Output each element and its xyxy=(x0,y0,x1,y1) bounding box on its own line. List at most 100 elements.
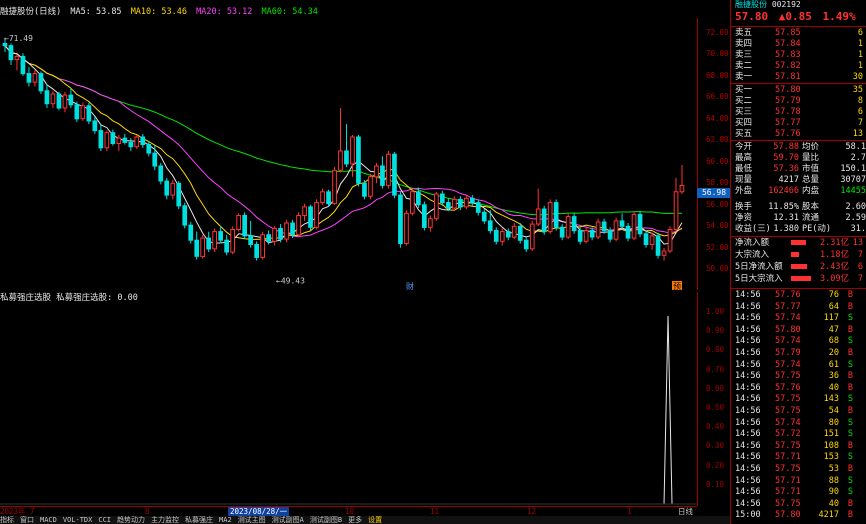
candle xyxy=(134,134,140,149)
indicator-tab[interactable]: 测试副图A xyxy=(272,516,304,524)
indicator-tab[interactable]: MA2 xyxy=(219,516,232,524)
candle-body xyxy=(272,227,277,242)
candle-body xyxy=(356,136,361,184)
candle-body xyxy=(116,137,122,144)
indicator-tab[interactable]: CCI xyxy=(98,516,111,524)
ma60-line xyxy=(4,45,683,216)
ask-volume: 1 xyxy=(857,61,863,71)
indicator-tab[interactable]: MACD xyxy=(40,516,57,524)
fund-flow-row: 净流入额 2.31亿 13 xyxy=(735,238,866,249)
tick-volume: 80 xyxy=(828,418,839,428)
ask-row: 卖四 57.84 1 xyxy=(735,39,866,50)
indicator-chart[interactable] xyxy=(0,304,697,506)
candle-body xyxy=(254,244,260,258)
candle xyxy=(128,138,134,151)
candle-body xyxy=(110,132,116,144)
indicator-tab[interactable]: 指标 xyxy=(0,516,14,524)
ma5-label: MA5: 53.85 xyxy=(70,7,122,17)
candle-body xyxy=(62,94,68,109)
candle xyxy=(8,43,14,65)
quote-row: 净资 12.31 流通 2.59 xyxy=(735,213,866,224)
indicator-tab[interactable]: 窗口 xyxy=(20,516,34,524)
candle-body xyxy=(511,225,517,238)
candle xyxy=(452,196,457,211)
candle xyxy=(170,180,176,200)
date-label: 7 xyxy=(30,507,35,516)
candle-body xyxy=(404,212,409,244)
indicator-tab[interactable]: 设置 xyxy=(368,516,382,524)
candle xyxy=(74,101,80,122)
candle-body xyxy=(80,105,86,120)
candle-body xyxy=(368,176,373,197)
indicator-tab[interactable]: 趋势动力 xyxy=(117,516,145,524)
tick-time: 14:56 xyxy=(735,360,761,370)
quote-value: 4217 xyxy=(778,175,799,185)
tick-direction: B xyxy=(847,499,853,509)
tick-volume: 53 xyxy=(828,464,839,474)
candle-body xyxy=(410,191,415,214)
forecast-marker: 预 xyxy=(673,281,681,290)
fund-flow-row: 5日净流入额 2.43亿 6 xyxy=(735,262,866,273)
indicator-tab[interactable]: 测试主图 xyxy=(238,516,266,524)
flow-bar xyxy=(791,240,806,245)
trade-tick-row: 14:56 57.72 151 S xyxy=(735,429,866,440)
candle xyxy=(481,209,487,225)
tick-time: 14:56 xyxy=(735,302,761,312)
candle-body xyxy=(547,202,553,233)
quote-value: 11.85% xyxy=(768,202,799,212)
candlestick-chart[interactable]: ←71.49 ←49.43 财 预 xyxy=(0,18,697,290)
indicator-tab[interactable]: VOL-TDX xyxy=(63,516,93,524)
indicator-tabs[interactable]: 指标 窗口 MACD VOL-TDX CCI 趋势动力 主力监控 私募强庄 MA2 测试主图 测试副… xyxy=(0,516,730,524)
candle-body xyxy=(50,93,56,105)
candle-body xyxy=(314,202,319,228)
quote-label: 净资 xyxy=(735,213,753,223)
candle-body xyxy=(134,136,140,148)
tick-direction: B xyxy=(847,348,853,358)
indicator-tick: 0.90 xyxy=(706,326,725,335)
candle xyxy=(182,202,188,229)
candle-body xyxy=(595,221,601,238)
candle xyxy=(206,231,212,253)
candle xyxy=(661,247,667,261)
candle xyxy=(260,231,265,260)
tick-volume: 20 xyxy=(828,348,839,358)
candle-body xyxy=(224,239,230,253)
candle-body xyxy=(158,165,164,182)
indicator-signal-line xyxy=(663,315,673,505)
candle-body xyxy=(68,94,74,106)
quote-label: 最高 xyxy=(735,153,753,163)
candle-body xyxy=(452,198,457,209)
indicator-tab[interactable]: 主力监控 xyxy=(151,516,179,524)
bid-label: 买五 xyxy=(735,129,753,139)
tick-volume: 68 xyxy=(828,336,839,346)
quote-label: 市值 xyxy=(802,164,820,174)
candle xyxy=(104,130,110,151)
indicator-tab[interactable]: 更多 xyxy=(348,516,362,524)
tick-time: 14:56 xyxy=(735,290,761,300)
bid-price: 57.79 xyxy=(775,96,801,106)
quote-value: 12.31 xyxy=(773,213,799,223)
tick-volume: 40 xyxy=(828,499,839,509)
candle-body xyxy=(643,233,649,246)
quote-label: 股本 xyxy=(802,202,820,212)
bid-price: 57.78 xyxy=(775,107,801,117)
indicator-tab[interactable]: 私募强庄 xyxy=(185,516,213,524)
candle-body xyxy=(541,208,547,233)
candle xyxy=(470,195,475,206)
candle-body xyxy=(631,213,637,239)
candle xyxy=(619,213,625,230)
indicator-tab[interactable]: 测试副图B xyxy=(310,516,342,524)
tick-volume: 47 xyxy=(828,325,839,335)
quote-value: 2.60 xyxy=(845,202,866,212)
current-price-tag: 56.98 xyxy=(697,188,731,198)
tick-price: 57.79 xyxy=(775,348,801,358)
tick-price: 57.72 xyxy=(775,429,801,439)
high-price-label: ←71.49 xyxy=(4,34,33,43)
quote-row: 最低 57.36 市值 150.1 xyxy=(735,164,866,175)
candle xyxy=(565,213,571,240)
candle-body xyxy=(350,136,355,165)
candle xyxy=(356,134,361,187)
indicator-tick: 0.80 xyxy=(706,345,725,354)
flow-label: 5日大宗流入 xyxy=(735,274,783,284)
bid-price: 57.80 xyxy=(775,85,801,95)
